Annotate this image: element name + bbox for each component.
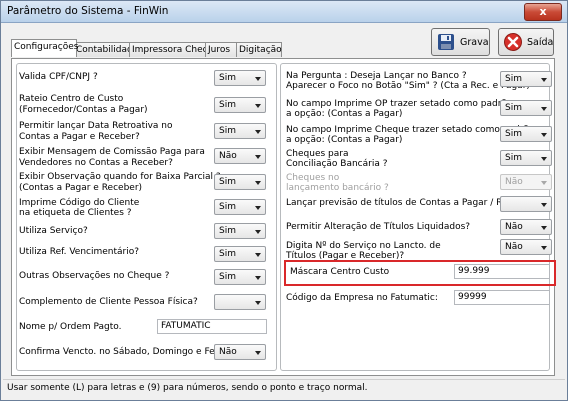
chevron-down-icon <box>255 181 261 185</box>
digita-servico-select[interactable]: Não <box>500 239 552 255</box>
chevron-down-icon <box>255 230 261 234</box>
status-text: Usar somente (L) para letras e (9) para … <box>7 383 368 393</box>
data-retroativa-label-line2: Contas a Pagar e Receber? <box>19 132 140 142</box>
codigo-empresa-label: Código da Empresa no Fatumatic: <box>286 293 438 303</box>
cheques-lancamento-label-line2: lançamento bancário ? <box>286 183 389 193</box>
floppy-disk-icon <box>438 34 454 50</box>
complemento-select[interactable] <box>214 294 266 310</box>
chevron-down-icon <box>255 104 261 108</box>
obs-baixa-label-line2: (Contas a Pagar e Receber) <box>19 183 143 193</box>
chevron-down-icon <box>541 246 547 250</box>
data-retroativa-value: Sim <box>219 126 236 136</box>
complemento-label: Complemento de Cliente Pessoa Física? <box>19 297 198 307</box>
tab-impressora-cheque[interactable]: Impressora Cheque <box>129 42 220 57</box>
tab-digitacao[interactable]: Digitação <box>236 42 282 57</box>
digita-servico-value: Não <box>505 242 523 252</box>
cheques-lancamento-select[interactable]: Não <box>500 174 552 190</box>
confirma-vencto-value: Não <box>219 347 237 357</box>
imprime-cheque-value: Sim <box>505 129 522 139</box>
close-button[interactable]: x <box>524 3 562 21</box>
save-button[interactable]: Grava <box>431 28 490 56</box>
data-retroativa-label-line1: Permitir lançar Data Retroativa no <box>19 121 173 131</box>
chevron-down-icon <box>541 157 547 161</box>
chevron-down-icon <box>255 77 261 81</box>
vencimentario-label: Utiliza Ref. Vencimentário? <box>19 247 140 257</box>
obs-cheque-select[interactable]: Sim <box>214 269 266 285</box>
vencimentario-value: Sim <box>219 249 236 259</box>
msg-comissao-label-line2: Vendedores no Contas a Receber? <box>19 158 173 168</box>
valida-cpf-label: Valida CPF/CNPJ ? <box>19 72 98 82</box>
imprime-op-label-line2: a opção: (Contas a Pagar) <box>286 109 403 119</box>
chevron-down-icon <box>541 226 547 230</box>
utiliza-servico-select[interactable]: Sim <box>214 223 266 239</box>
imprime-cheque-select[interactable]: Sim <box>500 126 552 142</box>
status-bar: Usar somente (L) para letras e (9) para … <box>3 379 565 397</box>
rateio-label-line2: (Fornecedor/Contas a Pagar) <box>19 105 148 115</box>
chevron-down-icon <box>255 351 261 355</box>
vencimentario-select[interactable]: Sim <box>214 246 266 262</box>
codigo-cliente-value: Sim <box>219 202 236 212</box>
imprime-cheque-label-line2: a opção: (Contas a Pagar) <box>286 135 403 145</box>
window-title: Parâmetro do Sistema - FinWin <box>7 5 169 17</box>
title-bar: Parâmetro do Sistema - FinWin x <box>1 1 567 23</box>
exit-button-label: Saída <box>527 37 554 48</box>
pergunta-value: Sim <box>505 74 522 84</box>
mascara-cc-label: Máscara Centro Custo <box>290 267 390 277</box>
chevron-down-icon <box>255 276 261 280</box>
cheques-conciliacao-value: Sim <box>505 153 522 163</box>
main-window: Parâmetro do Sistema - FinWin x Grava Sa… <box>0 0 568 401</box>
alteracao-titulos-value: Não <box>505 222 523 232</box>
nome-ordem-input[interactable]: FATUMATIC <box>157 319 267 334</box>
rateio-value: Sim <box>219 100 236 110</box>
tab-contabilidade[interactable]: Contabilidade <box>73 42 138 57</box>
utiliza-servico-value: Sim <box>219 226 236 236</box>
chevron-down-icon <box>255 155 261 159</box>
valida-cpf-value: Sim <box>219 73 236 83</box>
cheques-lancamento-value: Não <box>505 177 523 187</box>
codigo-empresa-input[interactable]: 99999 <box>454 290 550 305</box>
alteracao-titulos-select[interactable]: Não <box>500 219 552 235</box>
obs-baixa-value: Sim <box>219 177 236 187</box>
tab-juros[interactable]: Juros <box>205 42 239 57</box>
msg-comissao-value: Não <box>219 151 237 161</box>
codigo-cliente-select[interactable]: Sim <box>214 199 266 215</box>
chevron-down-icon <box>255 206 261 210</box>
chevron-down-icon <box>541 181 547 185</box>
msg-comissao-select[interactable]: Não <box>214 148 266 164</box>
chevron-down-icon <box>541 78 547 82</box>
exit-x-icon <box>504 33 522 51</box>
cheques-conciliacao-select[interactable]: Sim <box>500 150 552 166</box>
imprime-op-select[interactable]: Sim <box>500 100 552 116</box>
exit-button[interactable]: Saída <box>498 28 554 56</box>
utiliza-servico-label: Utiliza Serviço? <box>19 226 88 236</box>
imprime-op-value: Sim <box>505 103 522 113</box>
cheques-conciliacao-label-line2: Conciliação Bancária ? <box>286 159 388 169</box>
confirma-vencto-select[interactable]: Não <box>214 344 266 360</box>
chevron-down-icon <box>255 253 261 257</box>
msg-comissao-label-line1: Exibir Mensagem de Comissão Paga para <box>19 147 205 157</box>
valida-cpf-select[interactable]: Sim <box>214 70 266 86</box>
chevron-down-icon <box>255 301 261 305</box>
obs-baixa-label-line1: Exibir Observação quando for Baixa Parci… <box>19 172 221 182</box>
rateio-label-line1: Rateio Centro de Custo <box>19 94 124 104</box>
alteracao-titulos-label: Permitir Alteração de Títulos Liquidados… <box>286 222 471 232</box>
data-retroativa-select[interactable]: Sim <box>214 123 266 139</box>
tab-configuracoes[interactable]: Configurações <box>11 39 78 57</box>
obs-baixa-select[interactable]: Sim <box>214 174 266 190</box>
rateio-select[interactable]: Sim <box>214 97 266 113</box>
obs-cheque-value: Sim <box>219 272 236 282</box>
pergunta-label-line2: Aparecer o Foco no Botão "Sim" ? (Cta a … <box>286 81 530 91</box>
save-button-label: Grava <box>460 37 489 48</box>
nome-ordem-label: Nome p/ Ordem Pagto. <box>19 322 122 332</box>
previsao-titulos-select[interactable] <box>500 196 552 212</box>
chevron-down-icon <box>541 107 547 111</box>
chevron-down-icon <box>541 133 547 137</box>
pergunta-select[interactable]: Sim <box>500 71 552 87</box>
codigo-cliente-label-line2: na etiqueta de Clientes ? <box>19 208 132 218</box>
chevron-down-icon <box>541 203 547 207</box>
mascara-cc-input[interactable]: 99.999 <box>454 264 550 279</box>
chevron-down-icon <box>255 130 261 134</box>
obs-cheque-label: Outras Observações no Cheque ? <box>19 271 170 281</box>
